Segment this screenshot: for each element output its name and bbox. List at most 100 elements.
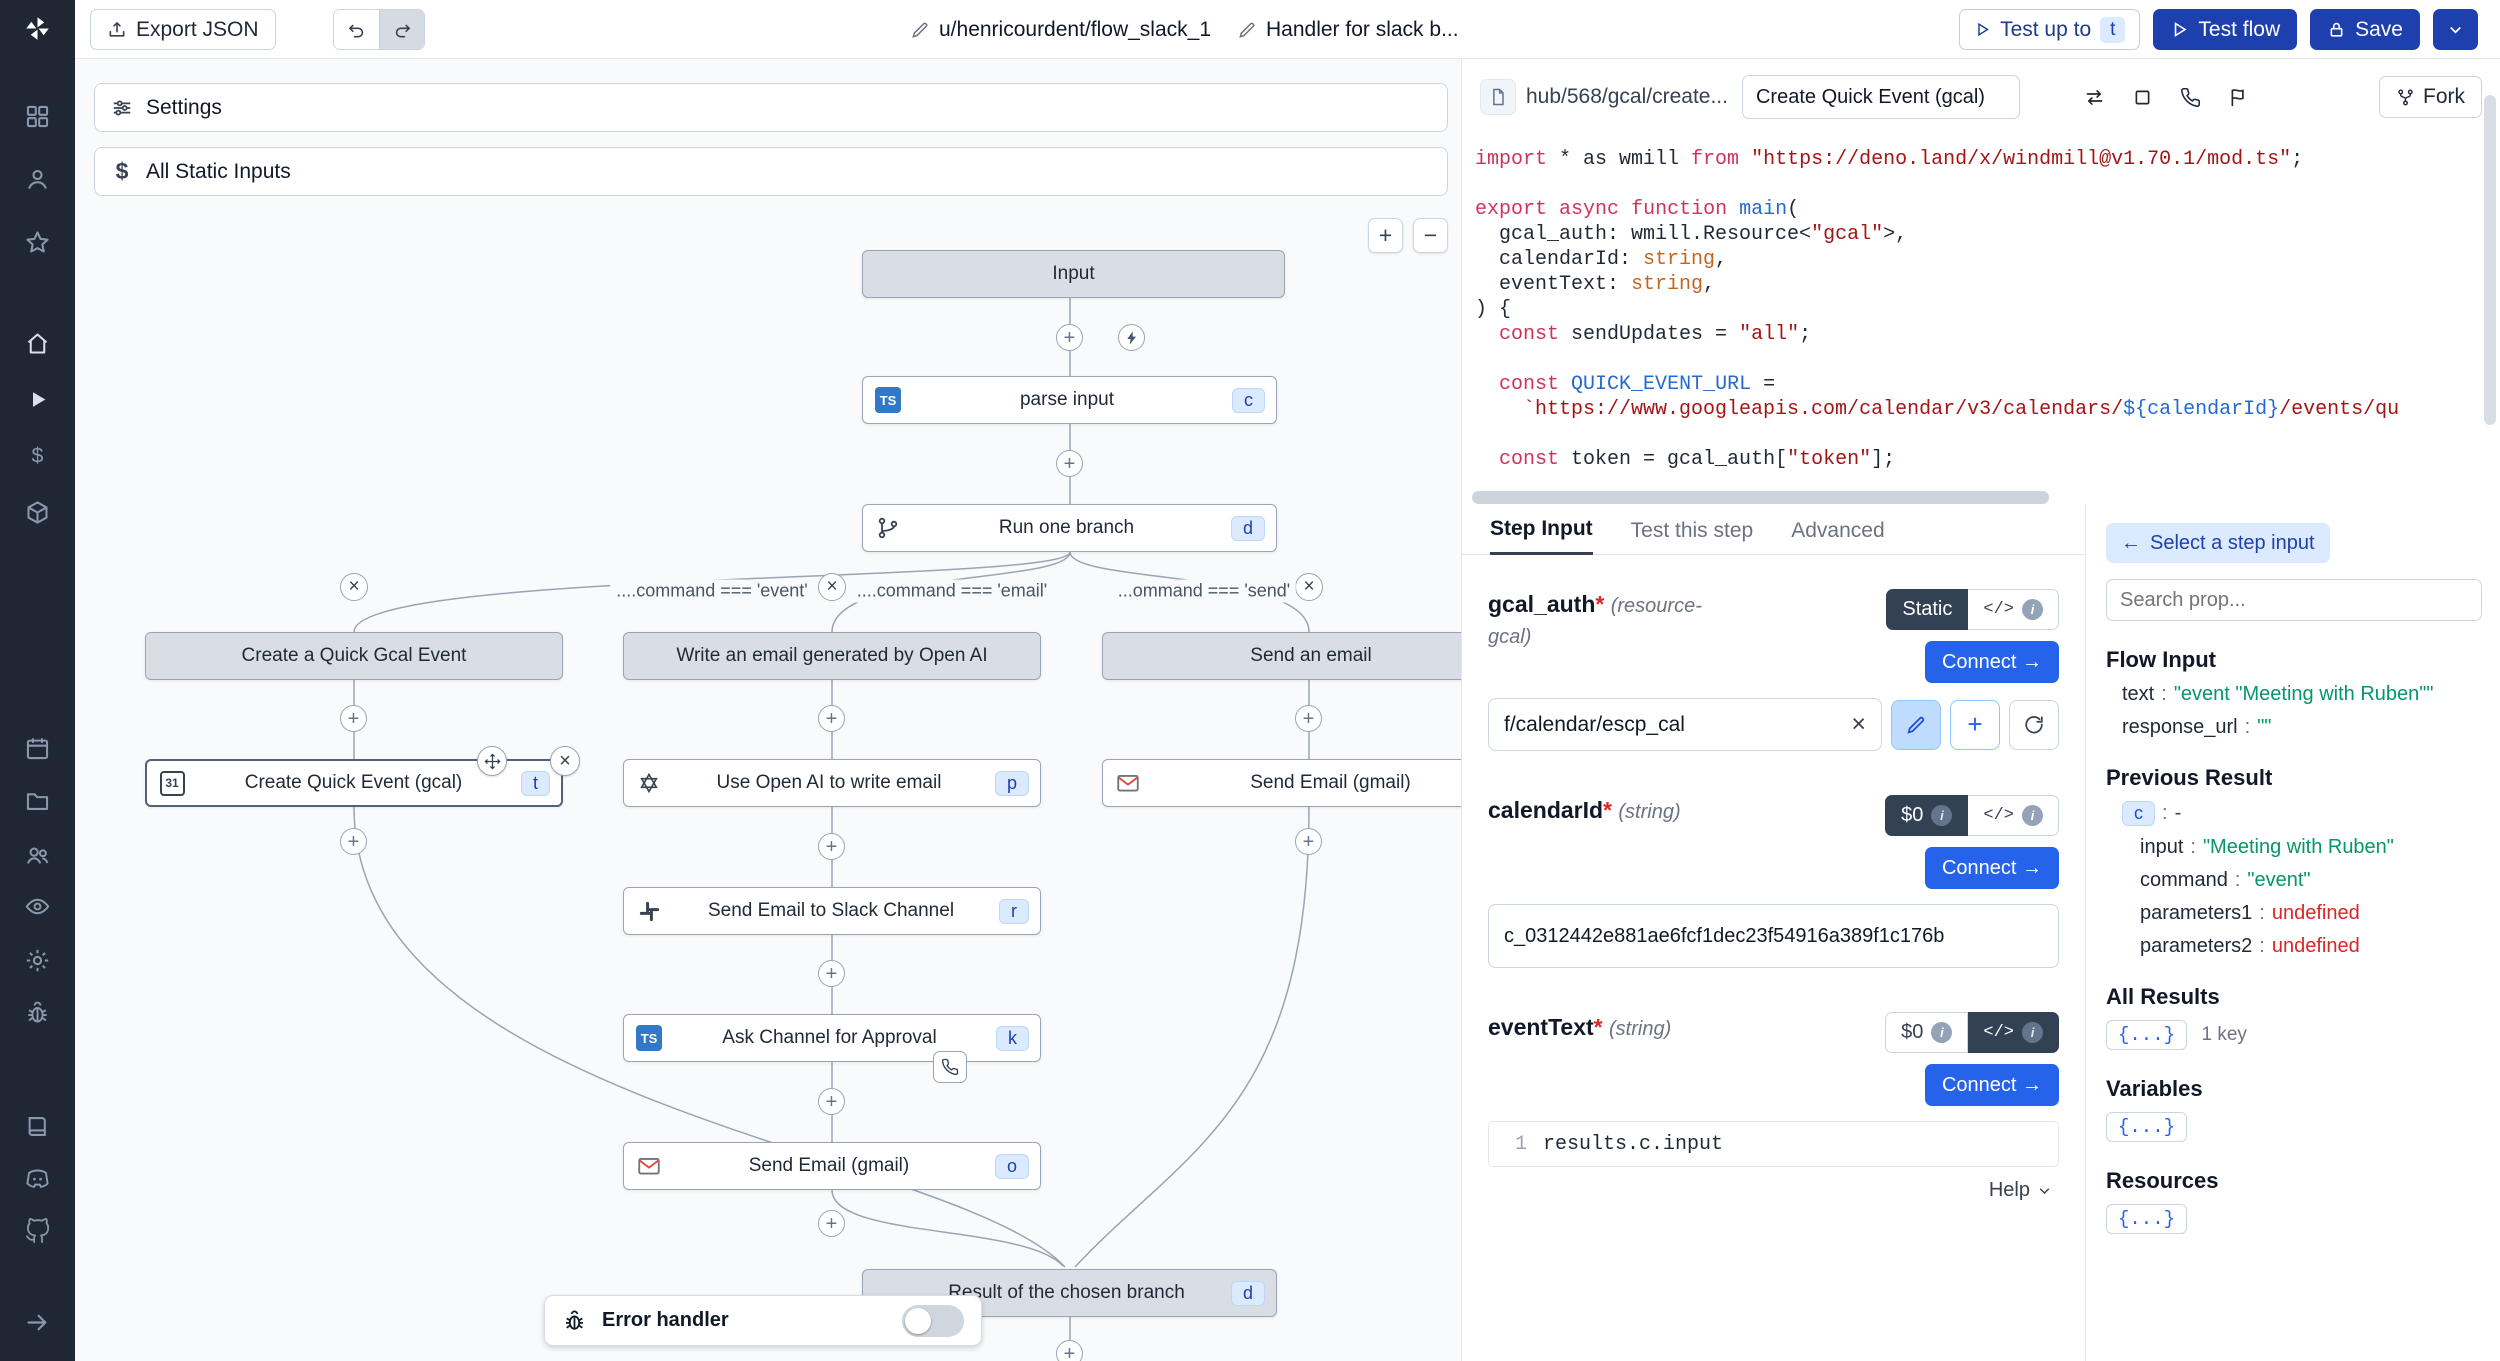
connect-button[interactable]: Connect →: [1925, 847, 2059, 889]
flow-settings-bar[interactable]: Settings: [94, 83, 1448, 132]
export-json-button[interactable]: Export JSON: [90, 9, 276, 50]
github-icon[interactable]: [16, 1210, 59, 1253]
test-up-to-button[interactable]: Test up to t: [1959, 9, 2140, 50]
phone-call-icon[interactable]: [2170, 76, 2212, 118]
expand-object-button[interactable]: {...}: [2106, 1020, 2187, 1050]
tab-step-input[interactable]: Step Input: [1490, 517, 1593, 555]
favorites-star-icon[interactable]: [16, 221, 59, 264]
code-horizontal-scrollbar[interactable]: [1472, 491, 2049, 504]
node-branch-write-email-openai[interactable]: Write an email generated by Open AI: [623, 632, 1041, 680]
delete-branch-icon[interactable]: ×: [818, 573, 846, 601]
runs-play-icon[interactable]: [16, 378, 59, 421]
code-content[interactable]: import * as wmill from "https://deno.lan…: [1462, 135, 2500, 493]
add-resource-button[interactable]: +: [1950, 700, 2000, 750]
expression-editor[interactable]: 1 results.c.input: [1488, 1121, 2059, 1167]
node-send-email-gmail-branch-b[interactable]: Send Email (gmail) o: [623, 1142, 1041, 1190]
node-send-email-slack-channel[interactable]: Send Email to Slack Channel r: [623, 887, 1041, 935]
static-mode-button[interactable]: $0i: [1885, 1012, 1968, 1053]
workers-bug-icon[interactable]: [16, 991, 59, 1034]
folders-icon[interactable]: [16, 779, 59, 822]
groups-icon[interactable]: [16, 834, 59, 877]
code-mode-button[interactable]: </>i: [1968, 589, 2059, 630]
node-use-openai-write-email[interactable]: Use Open AI to write email p: [623, 759, 1041, 807]
discord-icon[interactable]: [16, 1157, 59, 1200]
tab-advanced[interactable]: Advanced: [1791, 519, 1884, 554]
expand-box-icon[interactable]: [2122, 76, 2164, 118]
step-summary-input[interactable]: [1742, 75, 2020, 119]
save-button[interactable]: Save: [2310, 9, 2420, 50]
delete-branch-icon[interactable]: ×: [1295, 573, 1323, 601]
zoom-out-button[interactable]: −: [1413, 218, 1448, 253]
flag-icon[interactable]: [2218, 76, 2260, 118]
calendar-id-input[interactable]: [1488, 904, 2059, 968]
tab-test-this-step[interactable]: Test this step: [1631, 519, 1754, 554]
zoom-in-button[interactable]: +: [1368, 218, 1403, 253]
trigger-bolt-icon[interactable]: [1118, 324, 1145, 351]
code-vertical-scrollbar[interactable]: [2484, 95, 2496, 425]
insert-step-plus-icon[interactable]: +: [1056, 450, 1083, 477]
insert-step-plus-icon[interactable]: +: [340, 705, 367, 732]
apps-icon[interactable]: [16, 95, 59, 138]
node-branch-send-email[interactable]: Send an email: [1102, 632, 1461, 680]
select-step-input-button[interactable]: ← Select a step input: [2106, 523, 2330, 563]
audit-eye-icon[interactable]: [16, 885, 59, 928]
insert-step-plus-icon[interactable]: +: [1056, 324, 1083, 351]
static-mode-button[interactable]: Static: [1886, 589, 1968, 630]
node-send-email-gmail-branch-c[interactable]: Send Email (gmail): [1102, 759, 1461, 807]
prop-row[interactable]: input:"Meeting with Ruben": [2140, 836, 2482, 859]
node-parse-input[interactable]: TS parse input c: [862, 376, 1277, 424]
prop-row[interactable]: command:"event": [2140, 869, 2482, 892]
insert-step-plus-icon[interactable]: +: [818, 1088, 845, 1115]
move-step-handle[interactable]: [477, 746, 507, 776]
code-mode-button[interactable]: </>i: [1968, 795, 2059, 836]
expand-object-button[interactable]: {...}: [2106, 1204, 2187, 1234]
insert-step-plus-icon[interactable]: +: [818, 960, 845, 987]
prop-row[interactable]: parameters2:undefined: [2140, 935, 2482, 958]
prop-row[interactable]: response_url:"": [2122, 716, 2482, 739]
variables-dollar-icon[interactable]: $: [16, 434, 59, 477]
remove-step-icon[interactable]: ×: [550, 746, 580, 776]
expand-object-button[interactable]: {...}: [2106, 1112, 2187, 1142]
script-path-chip[interactable]: hub/568/gcal/create...: [1480, 79, 1728, 115]
error-handler-bar[interactable]: Error handler: [544, 1295, 982, 1346]
help-link[interactable]: Help: [1488, 1179, 2059, 1202]
refresh-resource-button[interactable]: [2009, 700, 2059, 750]
insert-step-plus-icon[interactable]: +: [1056, 1340, 1083, 1361]
search-prop-input[interactable]: [2106, 579, 2482, 621]
insert-step-plus-icon[interactable]: +: [1295, 828, 1322, 855]
flow-summary-breadcrumb[interactable]: Handler for slack b...: [1237, 0, 1459, 59]
insert-step-plus-icon[interactable]: +: [340, 828, 367, 855]
fork-button[interactable]: Fork: [2379, 76, 2482, 118]
undo-button[interactable]: [334, 10, 379, 49]
delete-branch-icon[interactable]: ×: [340, 573, 368, 601]
insert-step-plus-icon[interactable]: +: [818, 1210, 845, 1237]
user-icon[interactable]: [16, 158, 59, 201]
node-branch-create-gcal-event[interactable]: Create a Quick Gcal Event: [145, 632, 563, 680]
resources-cube-icon[interactable]: [16, 491, 59, 534]
flow-canvas[interactable]: Settings $ All Static Inputs: [75, 59, 1461, 1361]
prop-row[interactable]: text:"event "Meeting with Ruben"": [2122, 683, 2482, 706]
flow-path-breadcrumb[interactable]: u/henricourdent/flow_slack_1: [910, 0, 1211, 59]
redo-button[interactable]: [379, 10, 424, 49]
diff-swap-icon[interactable]: [2074, 76, 2116, 118]
resource-input[interactable]: f/calendar/escp_cal ×: [1488, 698, 1882, 751]
static-mode-button[interactable]: $0i: [1885, 795, 1968, 836]
connect-button[interactable]: Connect →: [1925, 641, 2059, 683]
all-static-inputs-bar[interactable]: $ All Static Inputs: [94, 147, 1448, 196]
schedules-calendar-icon[interactable]: [16, 727, 59, 770]
clear-resource-icon[interactable]: ×: [1851, 710, 1866, 739]
insert-step-plus-icon[interactable]: +: [1295, 705, 1322, 732]
prop-row[interactable]: parameters1:undefined: [2140, 902, 2482, 925]
edit-resource-button[interactable]: [1891, 700, 1941, 750]
node-input[interactable]: Input: [862, 250, 1285, 298]
settings-gear-icon[interactable]: [16, 939, 59, 982]
node-create-quick-event-gcal[interactable]: 31 Create Quick Event (gcal) t ×: [145, 759, 563, 807]
prop-row[interactable]: c:-: [2122, 801, 2482, 826]
node-ask-channel-for-approval[interactable]: TS Ask Channel for Approval k: [623, 1014, 1041, 1062]
save-dropdown-button[interactable]: [2433, 9, 2478, 50]
node-run-one-branch[interactable]: Run one branch d: [862, 504, 1277, 552]
error-handler-toggle[interactable]: [902, 1305, 964, 1337]
insert-step-plus-icon[interactable]: +: [818, 833, 845, 860]
windmill-logo-icon[interactable]: [16, 7, 59, 50]
connect-button[interactable]: Connect →: [1925, 1064, 2059, 1106]
